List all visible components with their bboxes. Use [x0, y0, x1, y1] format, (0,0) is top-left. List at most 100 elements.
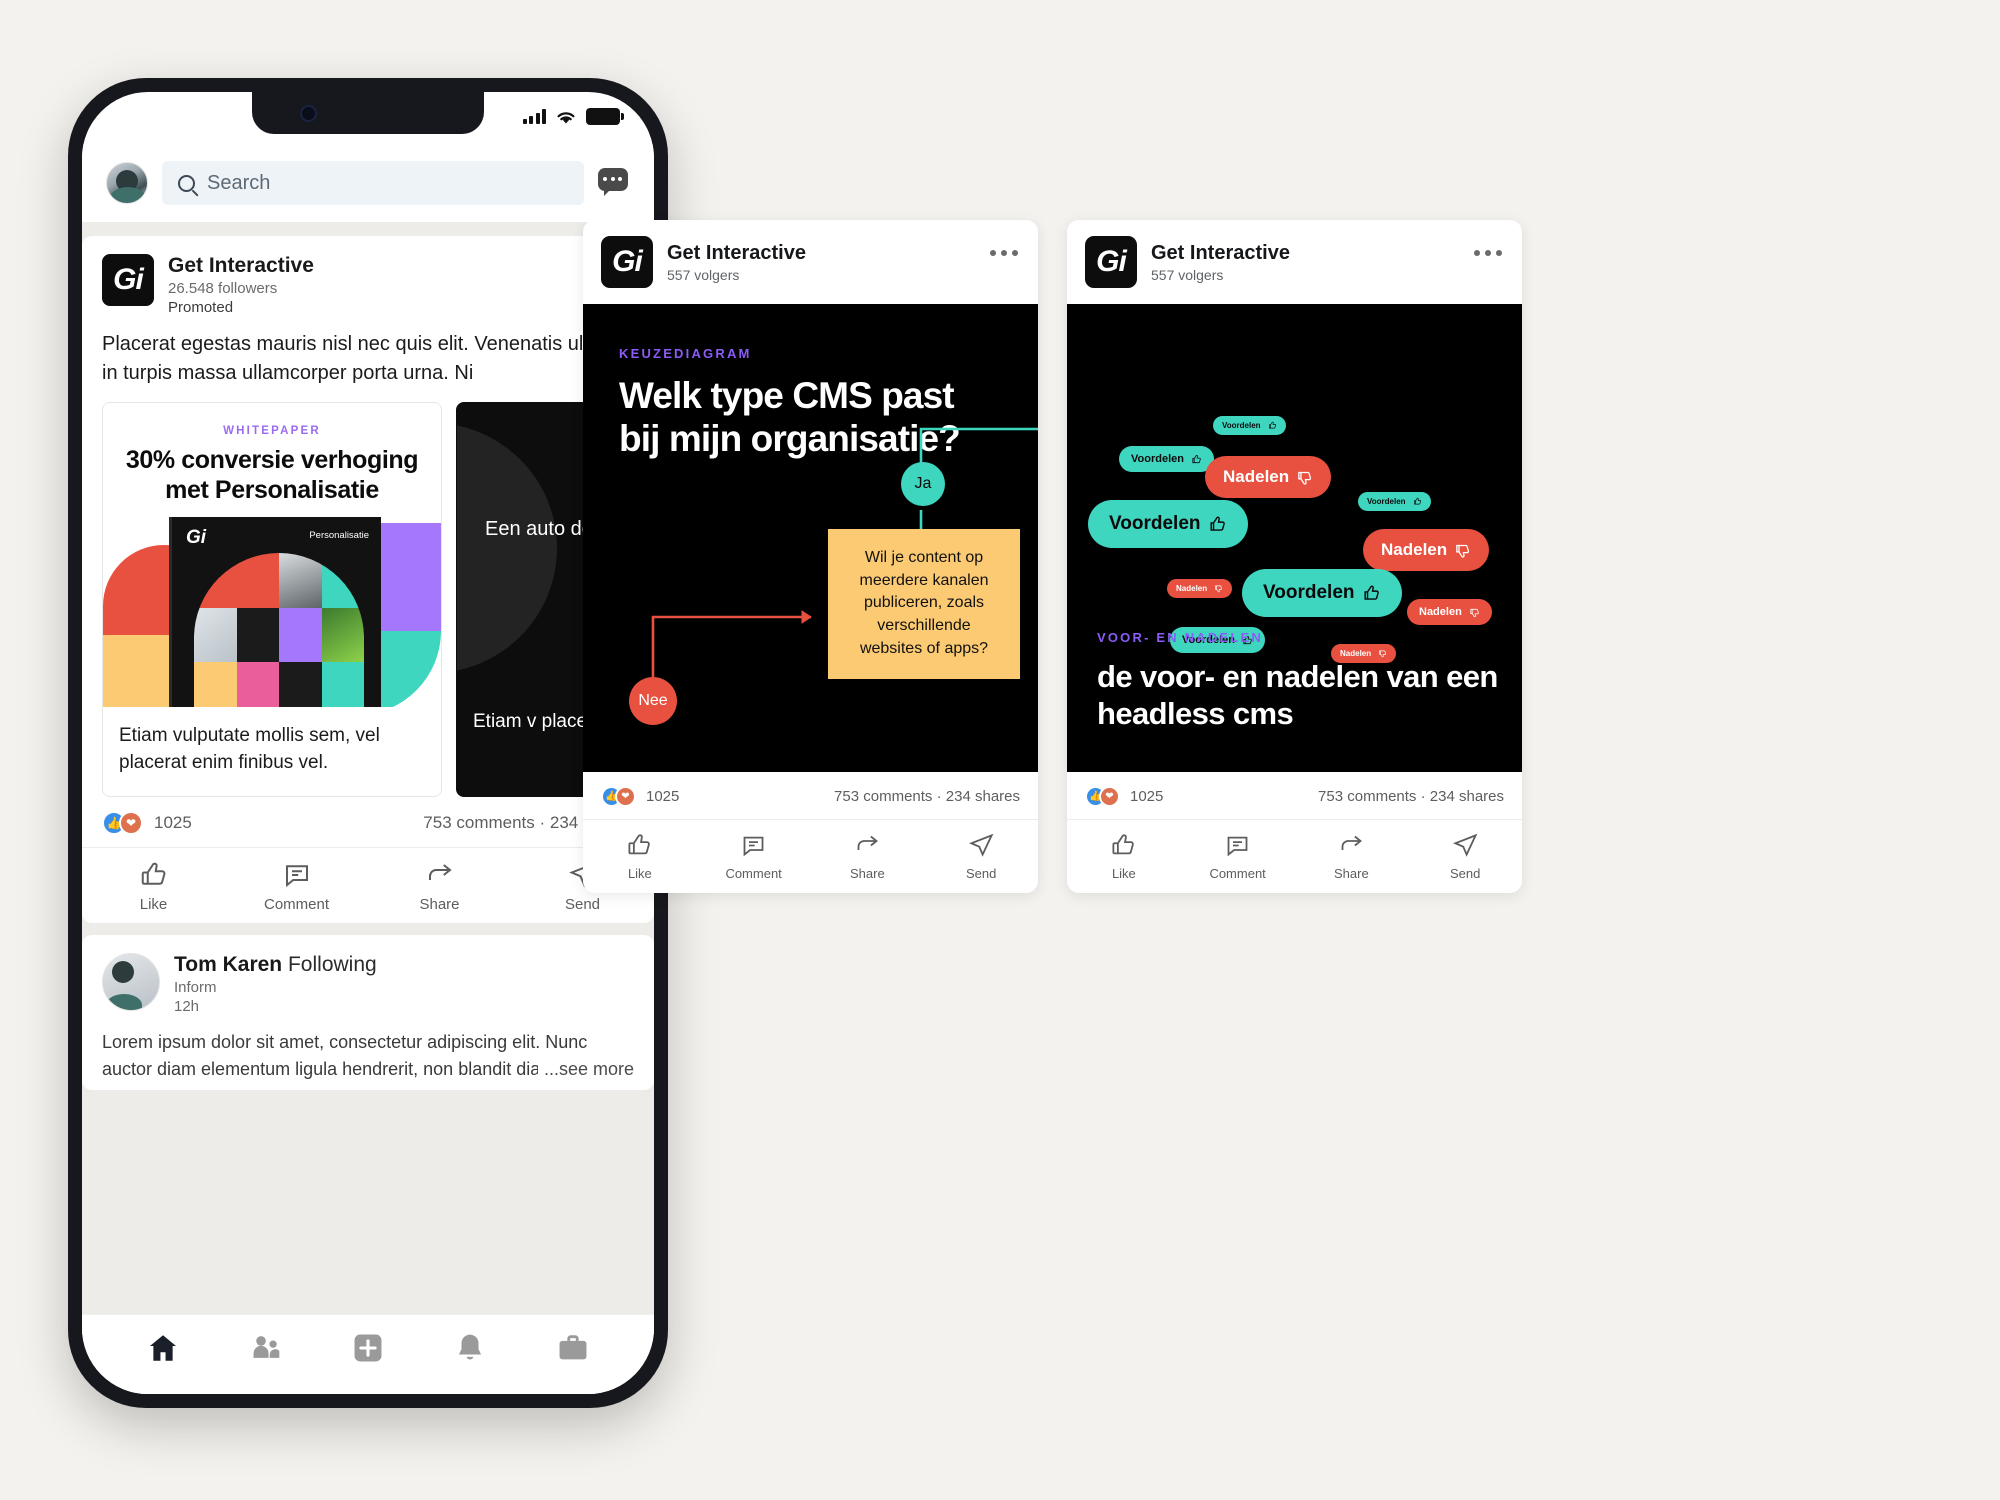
reaction-icons[interactable]: 👍 ❤	[601, 786, 636, 807]
thumbs-up-icon	[1112, 834, 1135, 855]
post-company-name[interactable]: Get Interactive	[168, 254, 314, 278]
send-button[interactable]: Send	[1408, 832, 1522, 881]
company-logo-icon[interactable]: Gi	[601, 236, 653, 288]
share-button[interactable]: Share	[368, 860, 511, 913]
home-icon[interactable]	[146, 1331, 180, 1365]
flowchart-node-no[interactable]: Nee	[629, 677, 677, 725]
comment-button[interactable]: Comment	[225, 860, 368, 913]
thumbs-up-icon	[1268, 421, 1277, 430]
jobs-icon[interactable]	[556, 1331, 590, 1365]
bubble-voordelen-0[interactable]: Voordelen	[1213, 416, 1286, 435]
comment-icon	[1227, 836, 1248, 857]
bubble-nadelen-8[interactable]: Nadelen	[1407, 599, 1492, 625]
bubble-voordelen-1[interactable]: Voordelen	[1119, 446, 1214, 472]
reaction-count[interactable]: 1025	[1130, 788, 1163, 805]
stats-separator: ·	[936, 788, 942, 805]
shares-count[interactable]: 234 shares	[946, 788, 1020, 805]
like-button[interactable]: Like	[82, 860, 225, 913]
bubble-nadelen-6[interactable]: Nadelen	[1167, 579, 1233, 598]
share-icon	[1341, 835, 1362, 850]
like-label: Like	[139, 896, 168, 914]
company-logo-icon[interactable]: Gi	[102, 254, 154, 306]
flowchart-node-yes[interactable]: Ja	[901, 462, 945, 506]
like-button[interactable]: Like	[583, 832, 697, 881]
stats-separator: ·	[1420, 788, 1426, 805]
thumbs-down-icon	[1214, 584, 1223, 593]
comment-label: Comment	[263, 896, 330, 914]
post-promoted-label: Promoted	[168, 299, 234, 317]
search-input[interactable]: Search	[162, 161, 584, 205]
bubble-nadelen-2[interactable]: Nadelen	[1205, 456, 1332, 498]
status-bar	[522, 108, 624, 125]
feed-post-promoted: Gi Get Interactive 26.548 followers Prom…	[82, 236, 654, 924]
see-more-link[interactable]: ...see more	[537, 1055, 634, 1082]
thumbs-up-icon	[141, 862, 165, 886]
bubble-nadelen-5[interactable]: Nadelen	[1363, 529, 1490, 571]
messaging-icon[interactable]	[598, 168, 628, 198]
second-post-headline: Inform	[174, 979, 217, 997]
book-logo: Gi	[186, 527, 207, 549]
reaction-icons[interactable]: 👍 ❤	[1085, 786, 1120, 807]
flowchart-decision-box[interactable]: Wil je content op meerdere kanalen publi…	[828, 529, 1020, 679]
bubble-voordelen-7[interactable]: Voordelen	[1242, 569, 1402, 617]
second-post-time: 12h	[174, 998, 200, 1016]
like-label: Like	[627, 866, 652, 881]
pros-company-name[interactable]: Get Interactive	[1151, 242, 1290, 265]
share-button[interactable]: Share	[811, 832, 925, 881]
network-icon[interactable]	[249, 1331, 283, 1365]
feed-post-tom-karen: Tom Karen Following Inform 12h Lorem ips…	[82, 935, 654, 1090]
post-carousel[interactable]: WHITEPAPER 30% conversie verhoging met P…	[82, 402, 654, 798]
share-label: Share	[419, 896, 460, 914]
second-post-author[interactable]: Tom Karen	[174, 953, 282, 976]
whitepaper-header: WHITEPAPER 30% conversie verhoging met P…	[103, 403, 441, 505]
pros-cons-media[interactable]: Voordelen Voordelen Nadelen Voordelen Voorde…	[1067, 304, 1522, 772]
bubble-label: Voordelen	[1367, 497, 1406, 506]
bubble-voordelen-3[interactable]: Voordelen	[1358, 492, 1431, 511]
comments-count[interactable]: 753 comments	[834, 788, 932, 805]
like-button[interactable]: Like	[1067, 832, 1181, 881]
phone-mockup: Search Gi Get Interactive 26.548 followe…	[68, 78, 668, 1408]
reaction-count[interactable]: 1025	[646, 788, 679, 805]
post-card-cms: Gi Get Interactive 557 volgers KEUZEDIAG…	[583, 220, 1038, 893]
whitepaper-kicker: WHITEPAPER	[223, 425, 321, 438]
pros-post-menu-icon[interactable]	[1474, 250, 1502, 256]
company-logo-icon[interactable]: Gi	[1085, 236, 1137, 288]
pros-post-stats: 👍 ❤ 1025 753 comments · 234 shares	[1067, 772, 1522, 819]
bubble-label: Voordelen	[1263, 582, 1355, 603]
share-icon	[857, 835, 878, 850]
comment-icon	[743, 836, 764, 857]
post-actions: Like Comment Share Send	[82, 847, 654, 923]
carousel-slide-whitepaper[interactable]: WHITEPAPER 30% conversie verhoging met P…	[102, 402, 442, 798]
shares-count[interactable]: 234 shares	[1430, 788, 1504, 805]
comments-count[interactable]: 753 comments	[1318, 788, 1416, 805]
like-label: Like	[1111, 866, 1136, 881]
second-post-body: Lorem ipsum dolor sit amet, consectetur …	[102, 1032, 588, 1079]
cms-company-name[interactable]: Get Interactive	[667, 242, 806, 265]
whitepaper-title: 30% conversie verhoging met Personalisat…	[125, 446, 419, 504]
post-body-text: Placerat egestas mauris nisl nec quis el…	[102, 333, 632, 385]
reaction-count[interactable]: 1025	[154, 813, 192, 833]
cms-post-menu-icon[interactable]	[990, 250, 1018, 256]
thumbs-up-icon	[1362, 584, 1381, 603]
comment-button[interactable]: Comment	[1181, 832, 1295, 881]
reaction-icons[interactable]: 👍 ❤	[102, 811, 143, 836]
pros-kicker: VOOR- EN NADELEN	[1097, 629, 1263, 645]
share-button[interactable]: Share	[1295, 832, 1409, 881]
notifications-icon[interactable]	[453, 1331, 487, 1365]
cms-card-header: Gi Get Interactive 557 volgers	[583, 220, 1038, 304]
love-reaction-icon: ❤	[1099, 786, 1120, 807]
cms-diagram-media[interactable]: KEUZEDIAGRAM Welk type CMS past bij mijn…	[583, 304, 1038, 772]
bubble-voordelen-4[interactable]: Voordelen	[1088, 500, 1248, 548]
comment-button[interactable]: Comment	[697, 832, 811, 881]
second-post-avatar[interactable]	[102, 953, 160, 1012]
post-icon[interactable]	[351, 1331, 385, 1365]
pros-card-header: Gi Get Interactive 557 volgers	[1067, 220, 1522, 304]
cms-post-actions: Like Comment Share Send	[583, 819, 1038, 893]
send-icon	[1452, 833, 1478, 857]
bubble-label: Nadelen	[1223, 467, 1290, 486]
user-avatar[interactable]	[106, 162, 148, 204]
battery-icon	[586, 108, 624, 125]
phone-feed[interactable]: Gi Get Interactive 26.548 followers Prom…	[82, 222, 654, 1394]
cms-followers: 557 volgers	[667, 266, 740, 283]
send-button[interactable]: Send	[924, 832, 1038, 881]
